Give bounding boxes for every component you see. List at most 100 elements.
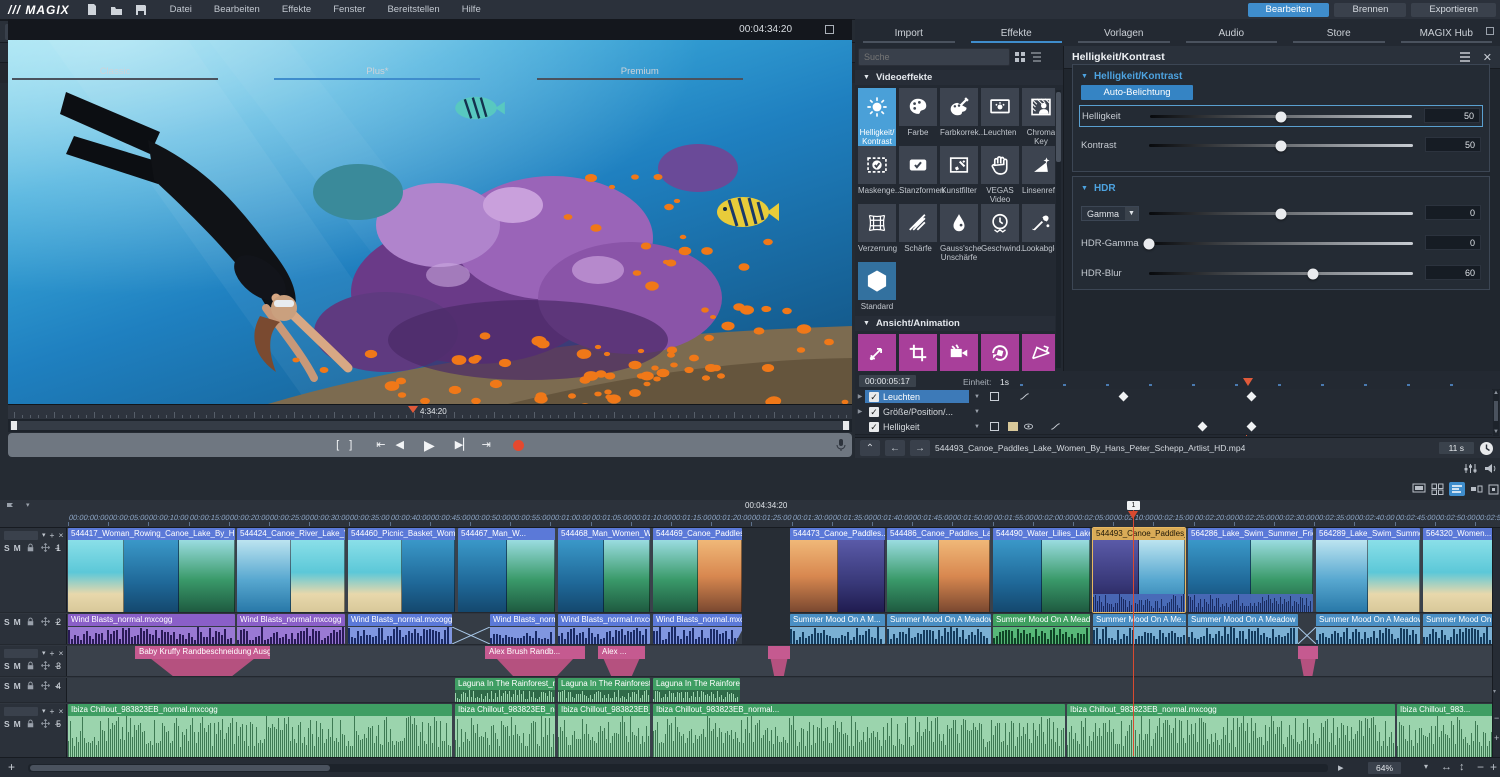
solo-button[interactable]: S: [4, 543, 10, 553]
audio-clip[interactable]: Ibiza Chillout_983823EB_n...: [558, 704, 650, 757]
track-zoom-out-icon[interactable]: −: [1494, 713, 1499, 723]
next-object-button[interactable]: →: [910, 440, 930, 456]
tab-magix-hub[interactable]: MAGIX Hub: [1393, 22, 1500, 43]
tab-import[interactable]: Import: [855, 22, 963, 43]
audio-clip[interactable]: Ibiza Chillout_983823EB_normal.mxcogg: [1067, 704, 1395, 757]
keyframe-playhead-icon[interactable]: [1243, 378, 1253, 386]
keyframe-diamond-icon[interactable]: [1119, 392, 1129, 402]
prev-object-button[interactable]: ←: [885, 440, 905, 456]
slider-track-hdr-gamma[interactable]: [1149, 242, 1413, 245]
mode-button-exportieren[interactable]: Exportieren: [1411, 3, 1496, 17]
audio-clip[interactable]: Summer Mood On...: [1423, 614, 1500, 644]
audio-clip[interactable]: Ibiza Chillout_983...: [1397, 704, 1500, 757]
effect-tile-sch-rfe[interactable]: Schärfe: [899, 204, 937, 253]
effect-tile-farbkorrek-[interactable]: Farbkorrek...: [940, 88, 978, 137]
move-icon[interactable]: [40, 616, 51, 627]
animation-tile[interactable]: [981, 334, 1019, 371]
audio-mixer-icon[interactable]: [1464, 462, 1477, 475]
timeline-ruler[interactable]: ▾ 00:04:34:20 00:00:00:0000:00:05:0000:0…: [0, 500, 1500, 528]
timeline-marker-1[interactable]: 1: [1127, 501, 1140, 510]
keyframe-row-leuchten[interactable]: ▶✓Leuchten▼: [855, 389, 1492, 405]
slider-thumb[interactable]: [1276, 140, 1287, 151]
audio-clip[interactable]: Wind Blasts_norm...: [490, 614, 555, 644]
collapse-panel-icon[interactable]: ⌃: [860, 440, 880, 456]
inspector-close-icon[interactable]: ✕: [1483, 51, 1492, 64]
timeline-playhead-icon[interactable]: [1128, 511, 1138, 519]
keyframe-box-icon[interactable]: [990, 422, 999, 431]
effects-scrollbar[interactable]: [1056, 90, 1061, 368]
effect-tile-geschwind-[interactable]: Geschwind...: [981, 204, 1019, 253]
jump-start-button[interactable]: ⇤: [376, 440, 385, 451]
slider-thumb[interactable]: [1307, 268, 1318, 279]
effect-tile-gauss-sche[interactable]: Gauss'scheUnschärfe: [940, 204, 978, 262]
slider-value[interactable]: 50: [1425, 137, 1481, 152]
title-clip[interactable]: Baby Kruffy Randbeschneidung Ausgleich..…: [135, 646, 270, 676]
tab-effekte[interactable]: Effekte: [963, 22, 1071, 43]
keyframe-diamond-icon[interactable]: [1247, 392, 1257, 402]
animation-tile[interactable]: [899, 334, 937, 371]
color-swatch[interactable]: [1008, 422, 1018, 431]
slider-track-kontrast[interactable]: [1149, 144, 1413, 147]
audio-clip[interactable]: Wind Blasts_normal.mxcogg: [237, 614, 345, 644]
monitor-fullscreen-icon[interactable]: [825, 25, 834, 34]
lock-icon[interactable]: [25, 660, 36, 671]
open-project-icon[interactable]: [110, 4, 123, 16]
zoom-in-button[interactable]: +: [1490, 760, 1497, 774]
slider-value[interactable]: 60: [1425, 265, 1481, 280]
effect-tile-chroma-key[interactable]: Chroma Key: [1022, 88, 1055, 146]
audio-clip[interactable]: Ibiza Chillout_983823EB_normal...: [653, 704, 1065, 757]
effect-tile-leuchten[interactable]: Leuchten: [981, 88, 1019, 137]
video-clip[interactable]: 544424_Canoe_River_Lake_Veg...: [237, 528, 345, 612]
track-caret-icon[interactable]: ▾: [42, 531, 46, 539]
slider-value[interactable]: 50: [1424, 108, 1480, 123]
scene-overview-icon[interactable]: [1470, 483, 1483, 495]
timeline-tab-premium[interactable]: Premium: [525, 66, 755, 80]
audio-clip[interactable]: Laguna In The Rainfores...: [653, 678, 740, 702]
new-project-icon[interactable]: [86, 3, 98, 16]
inspector-menu-icon[interactable]: [1459, 52, 1471, 62]
solo-button[interactable]: S: [4, 719, 10, 729]
menu-item-datei[interactable]: Datei: [159, 4, 203, 15]
expander-caret-icon[interactable]: ▶: [855, 393, 865, 400]
panel-detach-icon[interactable]: [1486, 27, 1494, 35]
record-button[interactable]: [513, 440, 524, 451]
range-in-button[interactable]: [: [336, 440, 339, 451]
video-clip[interactable]: 564320_Women...: [1423, 528, 1500, 612]
mute-button[interactable]: M: [14, 617, 21, 627]
section-ansicht-animation[interactable]: ▼Ansicht/Animation: [855, 316, 1055, 331]
clock-icon[interactable]: [1479, 441, 1494, 456]
monitor-view-icon[interactable]: [1412, 483, 1426, 495]
expander-caret-icon[interactable]: ▶: [855, 408, 865, 415]
mode-button-brennen[interactable]: Brennen: [1334, 3, 1406, 17]
row-caret-icon[interactable]: ▼: [974, 424, 980, 430]
video-clip[interactable]: 544490_Water_Lilies_Lake_Li...: [993, 528, 1090, 612]
video-clip[interactable]: 544460_Picnic_Basket_Woman_Jetty_Car: [348, 528, 455, 612]
mute-button[interactable]: M: [14, 661, 21, 671]
zoom-fit-object-icon[interactable]: ↕: [1459, 761, 1465, 773]
preview-range-bar[interactable]: [8, 419, 852, 432]
slider-track-helligkeit[interactable]: [1150, 115, 1412, 118]
audio-clip[interactable]: Wind Blasts_normal.mxcogg: [653, 614, 742, 644]
keyframe-scrollbar[interactable]: ▲ ▼: [1493, 389, 1499, 436]
list-view-icon[interactable]: [1030, 51, 1042, 63]
slider-thumb[interactable]: [1276, 111, 1287, 122]
audio-clip[interactable]: Laguna In The Rainforest_n...: [455, 678, 555, 702]
track-name-input[interactable]: [4, 531, 38, 540]
storyboard-view-icon[interactable]: [1431, 483, 1444, 495]
keyframe-timecode[interactable]: 00:00:05:17: [859, 375, 916, 387]
effects-search-input[interactable]: [858, 48, 1010, 66]
zoom-fit-horizontal-icon[interactable]: ↔: [1441, 761, 1452, 773]
audio-clip[interactable]: Summer Mood On A Meadow...: [993, 614, 1090, 644]
video-clip[interactable]: 544473_Canoe_Paddles...: [790, 528, 885, 612]
range-out-button[interactable]: ]: [349, 440, 352, 451]
zoom-level[interactable]: 64%: [1368, 762, 1401, 774]
slider-thumb[interactable]: [1276, 208, 1287, 219]
slider-thumb[interactable]: [1144, 238, 1155, 249]
clip-duration[interactable]: 11 s: [1439, 442, 1474, 454]
video-clip[interactable]: 544486_Canoe_Paddles_Lak...: [887, 528, 990, 612]
audio-clip[interactable]: Summer Mood On A Meadow...: [887, 614, 991, 644]
scroll-right-icon[interactable]: ▸: [1338, 761, 1344, 774]
track-zoom-in-icon[interactable]: +: [1494, 733, 1499, 743]
keyframe-box-icon[interactable]: [990, 392, 999, 401]
keyframe-diamond-icon[interactable]: [1247, 422, 1257, 432]
